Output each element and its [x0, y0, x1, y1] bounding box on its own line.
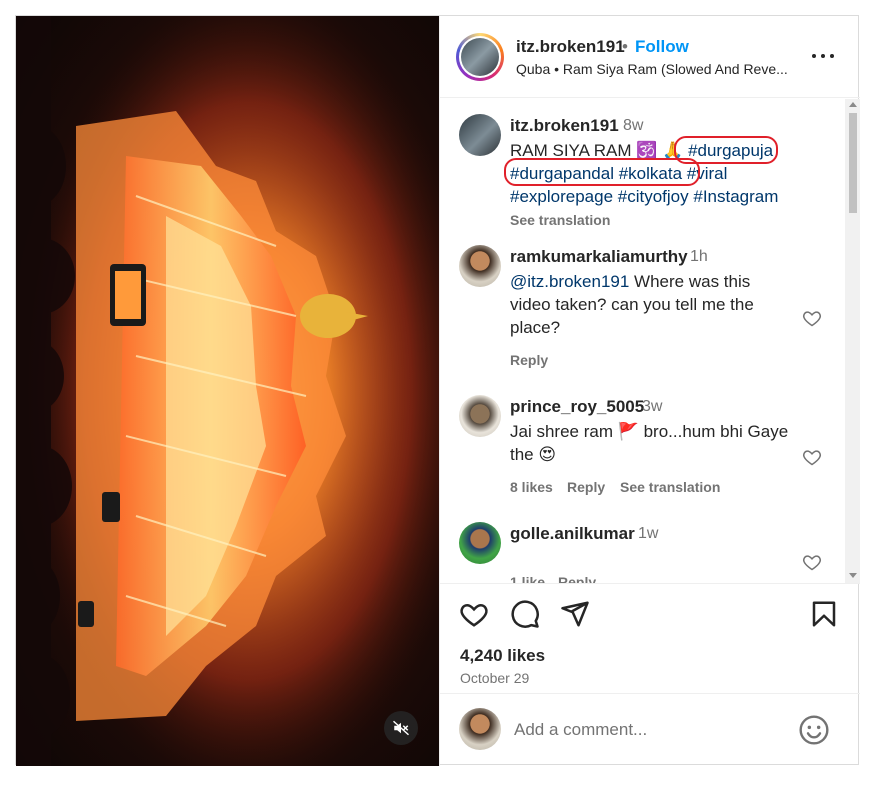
follow-button[interactable]: Follow: [635, 37, 689, 57]
avatar[interactable]: [459, 522, 501, 564]
see-translation-link[interactable]: See translation: [510, 212, 610, 228]
author-story-avatar[interactable]: [456, 33, 504, 81]
comment-text: @itz.broken191 Where was this video take…: [510, 270, 810, 339]
comment-time: 1w: [638, 525, 659, 542]
comment-likes-count[interactable]: 1 like: [510, 574, 545, 583]
reply-button[interactable]: Reply: [558, 574, 596, 583]
comment-time: 3w: [642, 398, 663, 415]
post-modal: itz.broken191 • Follow Quba • Ram Siya R…: [15, 15, 860, 766]
comment-username[interactable]: prince_roy_5005: [510, 397, 644, 417]
heart-icon[interactable]: [802, 447, 822, 467]
comment-line: place?: [510, 318, 561, 337]
bookmark-icon[interactable]: [809, 599, 839, 629]
comment-input[interactable]: [514, 716, 784, 744]
separator-dot: •: [622, 37, 628, 56]
mute-button[interactable]: [384, 711, 418, 745]
heart-icon[interactable]: [802, 552, 822, 572]
comment-line: Where was this: [629, 272, 751, 291]
comment-bubble-icon[interactable]: [510, 599, 540, 629]
caption-time: 8w: [623, 117, 644, 134]
comment-text: Jai shree ram 🚩 bro...hum bhi Gaye the 😍: [510, 420, 810, 466]
heart-icon[interactable]: [459, 599, 489, 629]
comment-username[interactable]: ramkumarkaliamurthy: [510, 247, 688, 267]
see-translation-link[interactable]: See translation: [620, 479, 720, 495]
annotation-circle: [504, 158, 700, 186]
mention-link[interactable]: @itz.broken191: [510, 272, 629, 291]
post-details-panel: itz.broken191 • Follow Quba • Ram Siya R…: [439, 16, 860, 766]
reply-button[interactable]: Reply: [567, 479, 605, 495]
comments-list[interactable]: itz.broken191 8w RAM SIYA RAM 🕉️ 🙏 #durg…: [440, 99, 860, 583]
likes-count[interactable]: 4,240 likes: [460, 646, 545, 666]
more-options-icon[interactable]: [812, 46, 836, 66]
avatar[interactable]: [459, 395, 501, 437]
reply-button[interactable]: Reply: [510, 352, 548, 368]
video-frame-illuminated-pandal: [16, 16, 439, 766]
speaker-muted-icon: [392, 720, 410, 736]
comment-line: the 😍: [510, 445, 557, 464]
post-header: itz.broken191 • Follow Quba • Ram Siya R…: [440, 16, 860, 98]
hashtag-link[interactable]: #cityofjoy: [618, 187, 689, 206]
comment-time: 1h: [690, 248, 708, 265]
smiley-icon[interactable]: [798, 714, 830, 746]
author-username[interactable]: itz.broken191: [516, 37, 625, 57]
hashtag-link[interactable]: #Instagram: [693, 187, 778, 206]
add-comment-bar: [440, 693, 860, 766]
post-actions: 4,240 likes October 29: [440, 583, 860, 693]
comment-line: Jai shree ram 🚩 bro...hum bhi Gaye: [510, 422, 789, 441]
heart-icon[interactable]: [802, 308, 822, 328]
post-date[interactable]: October 29: [460, 670, 529, 686]
paper-plane-icon[interactable]: [560, 599, 590, 629]
scrollbar-thumb[interactable]: [849, 113, 857, 213]
post-video[interactable]: [16, 16, 439, 766]
comments-scrollbar[interactable]: [845, 99, 860, 583]
avatar: [459, 708, 501, 750]
comment-line: video taken? can you tell me the: [510, 295, 754, 314]
caption-username[interactable]: itz.broken191: [510, 116, 619, 136]
location-audio-subtitle[interactable]: Quba • Ram Siya Ram (Slowed And Reve...: [516, 61, 806, 77]
hashtag-link[interactable]: #explorepage: [510, 187, 613, 206]
comment-username[interactable]: golle.anilkumar: [510, 524, 635, 544]
scroll-up-arrow-icon[interactable]: [849, 102, 857, 107]
scroll-down-arrow-icon[interactable]: [849, 573, 857, 578]
avatar[interactable]: [459, 245, 501, 287]
avatar[interactable]: [459, 114, 501, 156]
comment-likes-count[interactable]: 8 likes: [510, 479, 553, 495]
